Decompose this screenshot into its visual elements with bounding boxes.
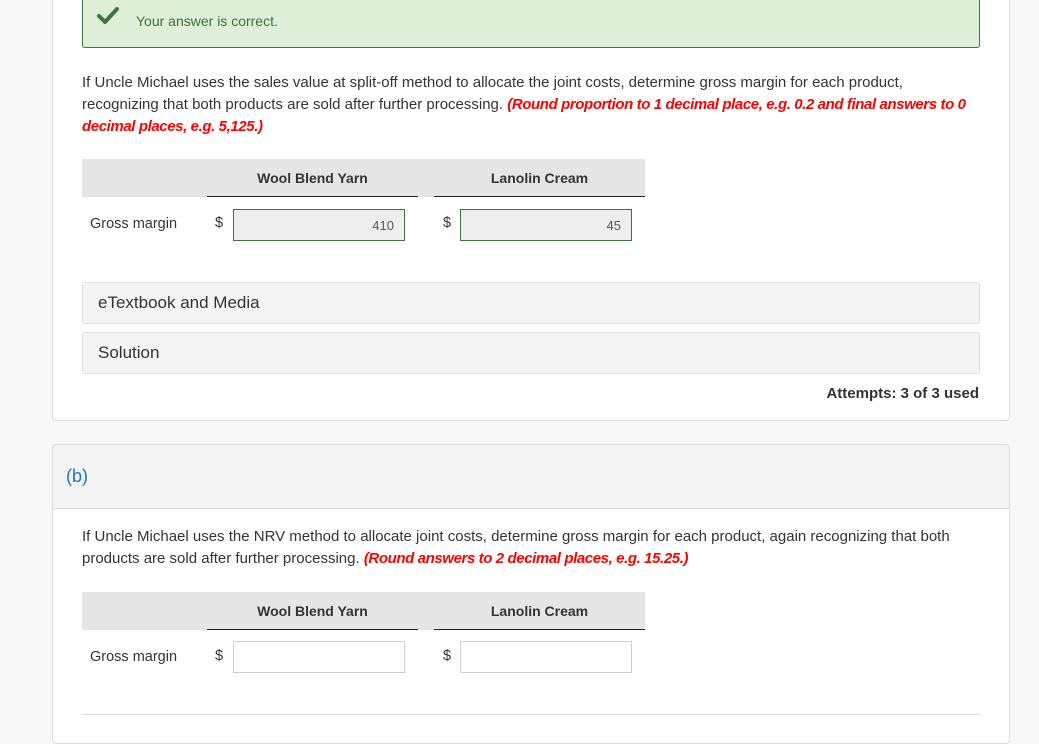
currency-symbol: $ [215,648,224,664]
solution-accordion[interactable]: Solution [82,332,980,374]
part-b-header [52,444,1010,509]
currency-symbol: $ [443,648,452,664]
lanolin-cream-gross-margin-input[interactable] [460,209,632,241]
column-header-lanolin-cream: Lanolin Cream [434,592,645,630]
correct-answer-alert: Your answer is correct. [82,0,980,48]
etextbook-media-accordion[interactable]: eTextbook and Media [82,282,980,324]
part-b-table-header: Wool Blend Yarn Lanolin Cream [82,592,645,630]
alert-message: Your answer is correct. [136,13,278,29]
wool-blend-yarn-gross-margin-input[interactable] [233,209,405,241]
gross-margin-label: Gross margin [90,649,178,665]
currency-symbol: $ [443,215,452,231]
part-a-table-header: Wool Blend Yarn Lanolin Cream [82,159,645,197]
divider [82,714,980,715]
column-header-lanolin-cream: Lanolin Cream [434,159,645,197]
column-header-wool-blend-yarn: Wool Blend Yarn [207,592,418,630]
wool-blend-yarn-nrv-gross-margin-input[interactable] [233,641,405,673]
gross-margin-label: Gross margin [90,216,178,232]
attempts-counter: Attempts: 3 of 3 used [826,385,979,402]
check-icon [97,7,119,24]
part-a-prompt: If Uncle Michael uses the sales value at… [82,72,982,138]
lanolin-cream-nrv-gross-margin-input[interactable] [460,641,632,673]
part-b-label: (b) [66,466,88,486]
part-b-prompt: If Uncle Michael uses the NRV method to … [82,526,982,570]
rounding-hint: (Round answers to 2 decimal places, e.g.… [363,550,689,567]
column-header-wool-blend-yarn: Wool Blend Yarn [207,159,418,197]
currency-symbol: $ [215,215,224,231]
